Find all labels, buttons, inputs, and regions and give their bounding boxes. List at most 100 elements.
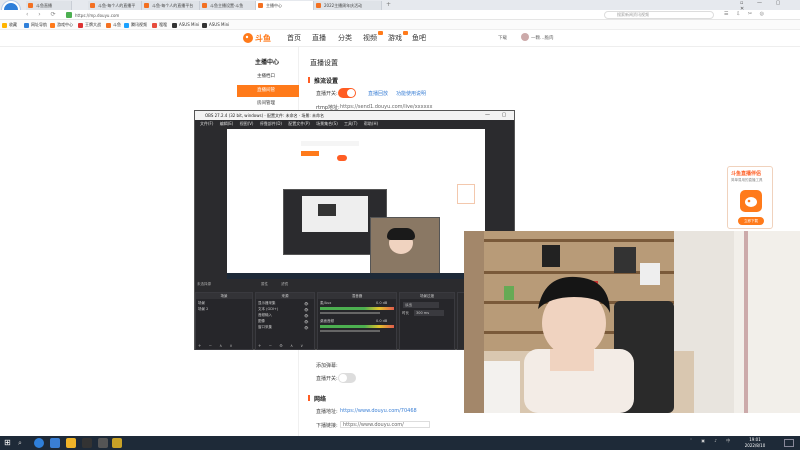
app-taskbar-icon[interactable]: [82, 438, 92, 448]
favicon-icon: [258, 3, 263, 8]
sidebar-item-manage[interactable]: 房间管理: [237, 98, 299, 110]
bookmark-item[interactable]: 斗鱼: [106, 21, 121, 29]
clock-time[interactable]: 19:01: [740, 437, 770, 442]
avatar[interactable]: [521, 33, 529, 41]
switch2-label: 直播开关:: [316, 376, 338, 382]
tab-2[interactable]: 斗鱼·每个人的直播平: [88, 1, 142, 10]
live-toggle[interactable]: [338, 88, 356, 98]
bookmark-icon: [78, 23, 83, 28]
obs-title-bar: OBS 27.2.4 (32 bit, windows) · 配置文件: 未命名…: [195, 111, 514, 120]
obs-menu-edit[interactable]: 编辑(E): [220, 121, 234, 126]
reply-input[interactable]: https://www.douyu.com/: [340, 421, 430, 428]
nav-game[interactable]: 游戏: [388, 31, 408, 43]
nav-home[interactable]: 首页: [287, 33, 301, 43]
edge-taskbar-icon[interactable]: [50, 438, 60, 448]
source-controls[interactable]: + − ⚙ ∧ ∨: [258, 343, 306, 348]
bookmark-icon: [152, 23, 157, 28]
scene-item[interactable]: 场景 2: [198, 307, 208, 312]
search-icon[interactable]: ⌕: [18, 439, 22, 448]
ad-subtitle: 简单易用的直播工具: [731, 178, 763, 182]
nav-live[interactable]: 直播: [312, 33, 326, 43]
toolbar-icons[interactable]: ☰ ⇩ ✂ ◎: [724, 11, 767, 17]
nav-category[interactable]: 分类: [338, 33, 352, 43]
obs-menu-profile[interactable]: 配置文件(P): [288, 121, 310, 126]
favicon-icon: [316, 3, 321, 8]
duration-input[interactable]: 300 ms: [414, 310, 444, 316]
ad-download-button[interactable]: 立即下载: [738, 217, 764, 225]
tab-active[interactable]: 主播中心: [256, 1, 314, 10]
volume-slider[interactable]: [320, 312, 380, 314]
stream-address-label: 直播地址:: [316, 409, 338, 415]
source-item[interactable]: 显示器采集: [258, 301, 276, 306]
bookmark-item[interactable]: 腾讯视频: [124, 21, 147, 29]
new-tab-icon[interactable]: +: [386, 1, 391, 8]
transition-select[interactable]: 淡出: [403, 302, 439, 308]
bookmark-item[interactable]: 王牌大战: [78, 21, 101, 29]
nav-video[interactable]: 视频: [363, 31, 383, 43]
help-link[interactable]: 功能使用说明: [396, 90, 426, 97]
browser-taskbar-icon[interactable]: [34, 438, 44, 448]
tab-1[interactable]: 斗鱼直播: [26, 1, 72, 10]
panel-title: 来源: [256, 293, 314, 299]
bookmark-icon: [124, 23, 129, 28]
bookmark-item[interactable]: 嗖嗖: [152, 21, 167, 29]
url-field[interactable]: https://mp.douyu.com: [75, 12, 575, 19]
switch2-toggle[interactable]: [338, 373, 356, 383]
bookmark-item[interactable]: ASUS Mini: [172, 21, 199, 29]
bookmark-item[interactable]: 网址导航: [24, 21, 47, 29]
volume-slider[interactable]: [320, 330, 380, 332]
extra-label: 添加弹幕:: [316, 363, 338, 369]
source-item[interactable]: 文本 (GDI+): [258, 307, 278, 312]
sidebar-item-anchor[interactable]: 主播档口: [237, 71, 299, 83]
favicon-icon: [202, 3, 207, 8]
obs-menu-tools[interactable]: 工具(T): [344, 121, 358, 126]
badge: [378, 31, 383, 35]
obs-menu-scene-collection[interactable]: 场景集合(S): [316, 121, 338, 126]
obs-menu-file[interactable]: 文件(F): [200, 121, 213, 126]
preview-toggle: [337, 155, 347, 161]
source-item[interactable]: 音频输入: [258, 313, 272, 318]
source-item[interactable]: 窗口采集: [258, 325, 272, 330]
mixer-track-name: 麦/Aux: [320, 301, 332, 305]
preview-sidebar-active: [301, 151, 319, 156]
scene-controls[interactable]: + − ∧ ∨: [198, 343, 235, 348]
ad-card[interactable]: 斗鱼直播伴侣 简单易用的直播工具 立即下载: [727, 166, 773, 229]
obs-menu-dock[interactable]: 停靠部件(D): [260, 121, 282, 126]
douyu-logo[interactable]: 斗鱼: [242, 32, 276, 44]
visibility-icons[interactable]: 👁 👁 👁 👁 👁: [304, 301, 312, 331]
notification-icon[interactable]: [784, 439, 794, 447]
nav-fishbar[interactable]: 鱼吧: [412, 33, 426, 43]
bookmark-item[interactable]: ASUS Mini: [202, 21, 229, 29]
user-name[interactable]: 一颗…脆肉: [531, 35, 554, 41]
obs-properties-button[interactable]: 属性: [261, 282, 268, 287]
window-controls[interactable]: ▫ — ▢ ✕: [740, 0, 800, 12]
app-taskbar-icon[interactable]: [98, 438, 108, 448]
tab-3[interactable]: 斗鱼·每个人的直播平台: [142, 1, 200, 10]
obs-menu-help[interactable]: 帮助(H): [364, 121, 378, 126]
star-icon: [2, 23, 7, 28]
source-item[interactable]: 图像: [258, 319, 265, 324]
stream-address-value[interactable]: https://www.douyu.com/70468: [340, 408, 417, 414]
section-network-title: 网络: [307, 395, 327, 403]
folder-taskbar-icon[interactable]: [66, 438, 76, 448]
replay-link[interactable]: 直播回放: [368, 90, 388, 97]
search-input[interactable]: 搜索新闻资讯视频: [604, 11, 714, 19]
bookmark-item[interactable]: 游戏中心: [50, 21, 73, 29]
page-title: 直播设置: [310, 59, 338, 67]
windows-start-icon[interactable]: ⊞: [4, 439, 11, 447]
obs-preview[interactable]: [227, 129, 485, 279]
tray-icons[interactable]: ˄ ▣ ♪ 中: [690, 438, 734, 444]
tab-6[interactable]: 2022主播周年庆活动: [314, 1, 382, 10]
obs-source-hint: 未选择源: [197, 282, 211, 286]
clock-date[interactable]: 2022/8/10: [736, 443, 774, 448]
tab-4[interactable]: 斗鱼主播设置·斗鱼: [200, 1, 256, 10]
bookmark-item[interactable]: 收藏: [2, 21, 17, 29]
download-link[interactable]: 下载: [498, 35, 507, 41]
browser-tab-bar: 斗鱼直播 斗鱼·每个人的直播平 斗鱼·每个人的直播平台 斗鱼主播设置·斗鱼 主播…: [0, 0, 800, 19]
obs-filters-button[interactable]: 滤镜: [281, 282, 288, 287]
obs-menu-view[interactable]: 视图(V): [240, 121, 254, 126]
bookmarks-bar: 收藏 网址导航 游戏中心 王牌大战 斗鱼 腾讯视频 嗖嗖 ASUS Mini A…: [0, 20, 800, 30]
obs-taskbar-icon[interactable]: [112, 438, 122, 448]
sidebar-item-room[interactable]: 直播间管: [237, 85, 299, 97]
scene-item[interactable]: 场景: [198, 301, 205, 306]
